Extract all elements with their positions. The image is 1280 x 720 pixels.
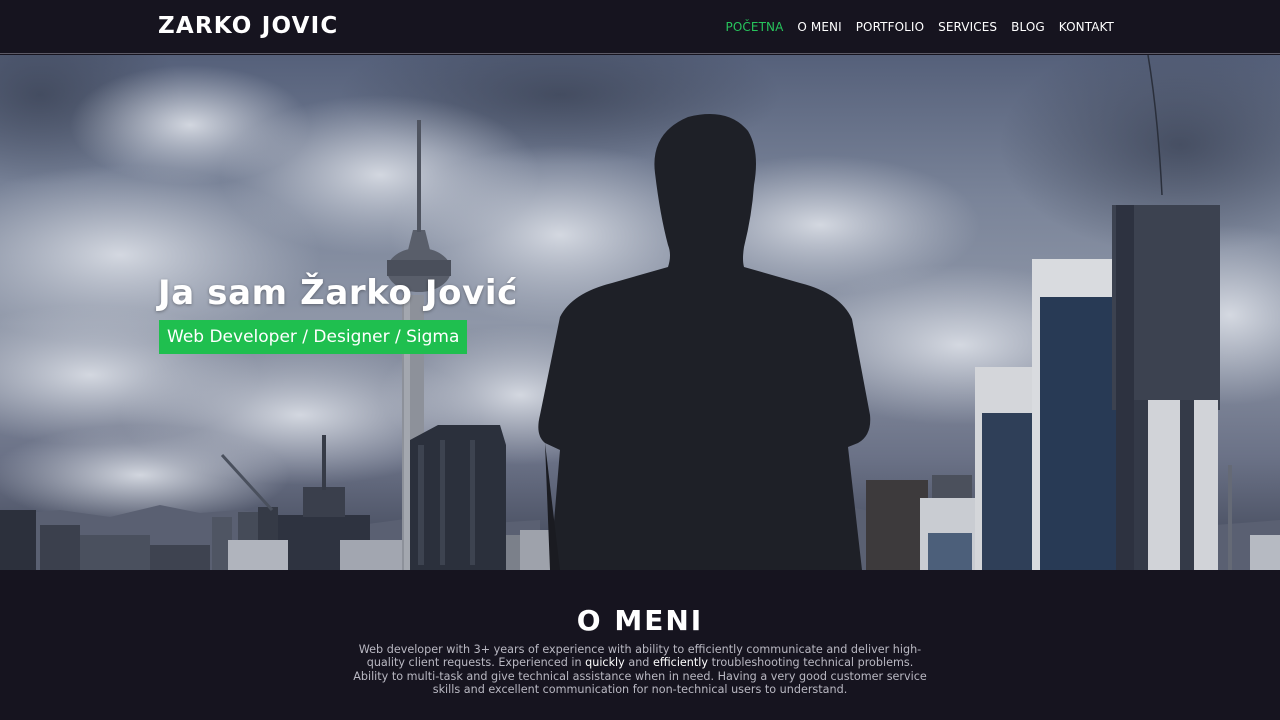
nav-item-services[interactable]: SERVICES xyxy=(938,20,997,34)
about-emphasis-efficiently: efficiently xyxy=(652,656,709,670)
about-description: Web developer with 3+ years of experienc… xyxy=(350,643,930,697)
hero-title: Ja sam Žarko Jović xyxy=(158,273,518,313)
about-emphasis-quickly: quickly xyxy=(585,656,625,670)
hero-section: Ja sam Žarko Jović Web Developer / Desig… xyxy=(0,55,1280,570)
main-nav: POČETNA O MENI PORTFOLIO SERVICES BLOG K… xyxy=(726,20,1114,34)
navbar: ZARKO JOVIC POČETNA O MENI PORTFOLIO SER… xyxy=(0,0,1280,54)
nav-item-blog[interactable]: BLOG xyxy=(1011,20,1045,34)
nav-item-kontakt[interactable]: KONTAKT xyxy=(1059,20,1114,34)
nav-item-pocetna[interactable]: POČETNA xyxy=(726,20,784,34)
nav-item-portfolio[interactable]: PORTFOLIO xyxy=(856,20,924,34)
hero-subtitle-badge: Web Developer / Designer / Sigma xyxy=(159,320,468,354)
about-section: O MENI Web developer with 3+ years of ex… xyxy=(0,570,1280,720)
about-title: O MENI xyxy=(576,604,704,637)
about-text-part-2: and xyxy=(624,656,653,670)
nav-item-o-meni[interactable]: O MENI xyxy=(797,20,841,34)
site-logo-text[interactable]: ZARKO JOVIC xyxy=(158,13,338,39)
page: ZARKO JOVIC POČETNA O MENI PORTFOLIO SER… xyxy=(0,0,1280,720)
